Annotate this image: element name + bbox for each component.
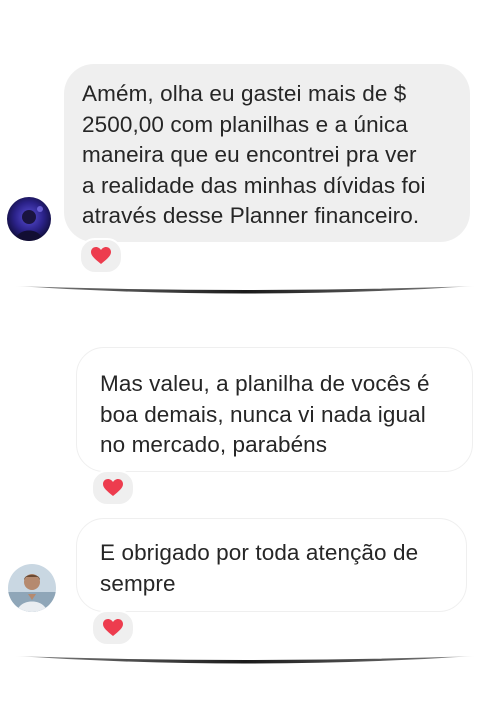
message-bubble-3[interactable]: E obrigado por toda atenção de sempre [76, 518, 467, 612]
sender-avatar[interactable] [7, 197, 51, 241]
heart-icon [103, 619, 123, 636]
heart-icon [103, 479, 123, 496]
heart-reaction-3[interactable] [91, 610, 135, 646]
heart-reaction-2[interactable] [91, 470, 135, 506]
avatar-image-dark [7, 197, 51, 241]
avatar-image-person [8, 564, 56, 612]
message-bubble-1[interactable]: Amém, olha eu gastei mais de $ 2500,00 c… [64, 64, 470, 242]
message-bubble-2[interactable]: Mas valeu, a planilha de vocês é boa dem… [76, 347, 473, 472]
heart-reaction-1[interactable] [79, 238, 123, 274]
divider-shadow [14, 286, 476, 294]
sender-avatar-2[interactable] [8, 564, 56, 612]
divider-shadow-2 [14, 656, 476, 664]
heart-icon [91, 247, 111, 264]
